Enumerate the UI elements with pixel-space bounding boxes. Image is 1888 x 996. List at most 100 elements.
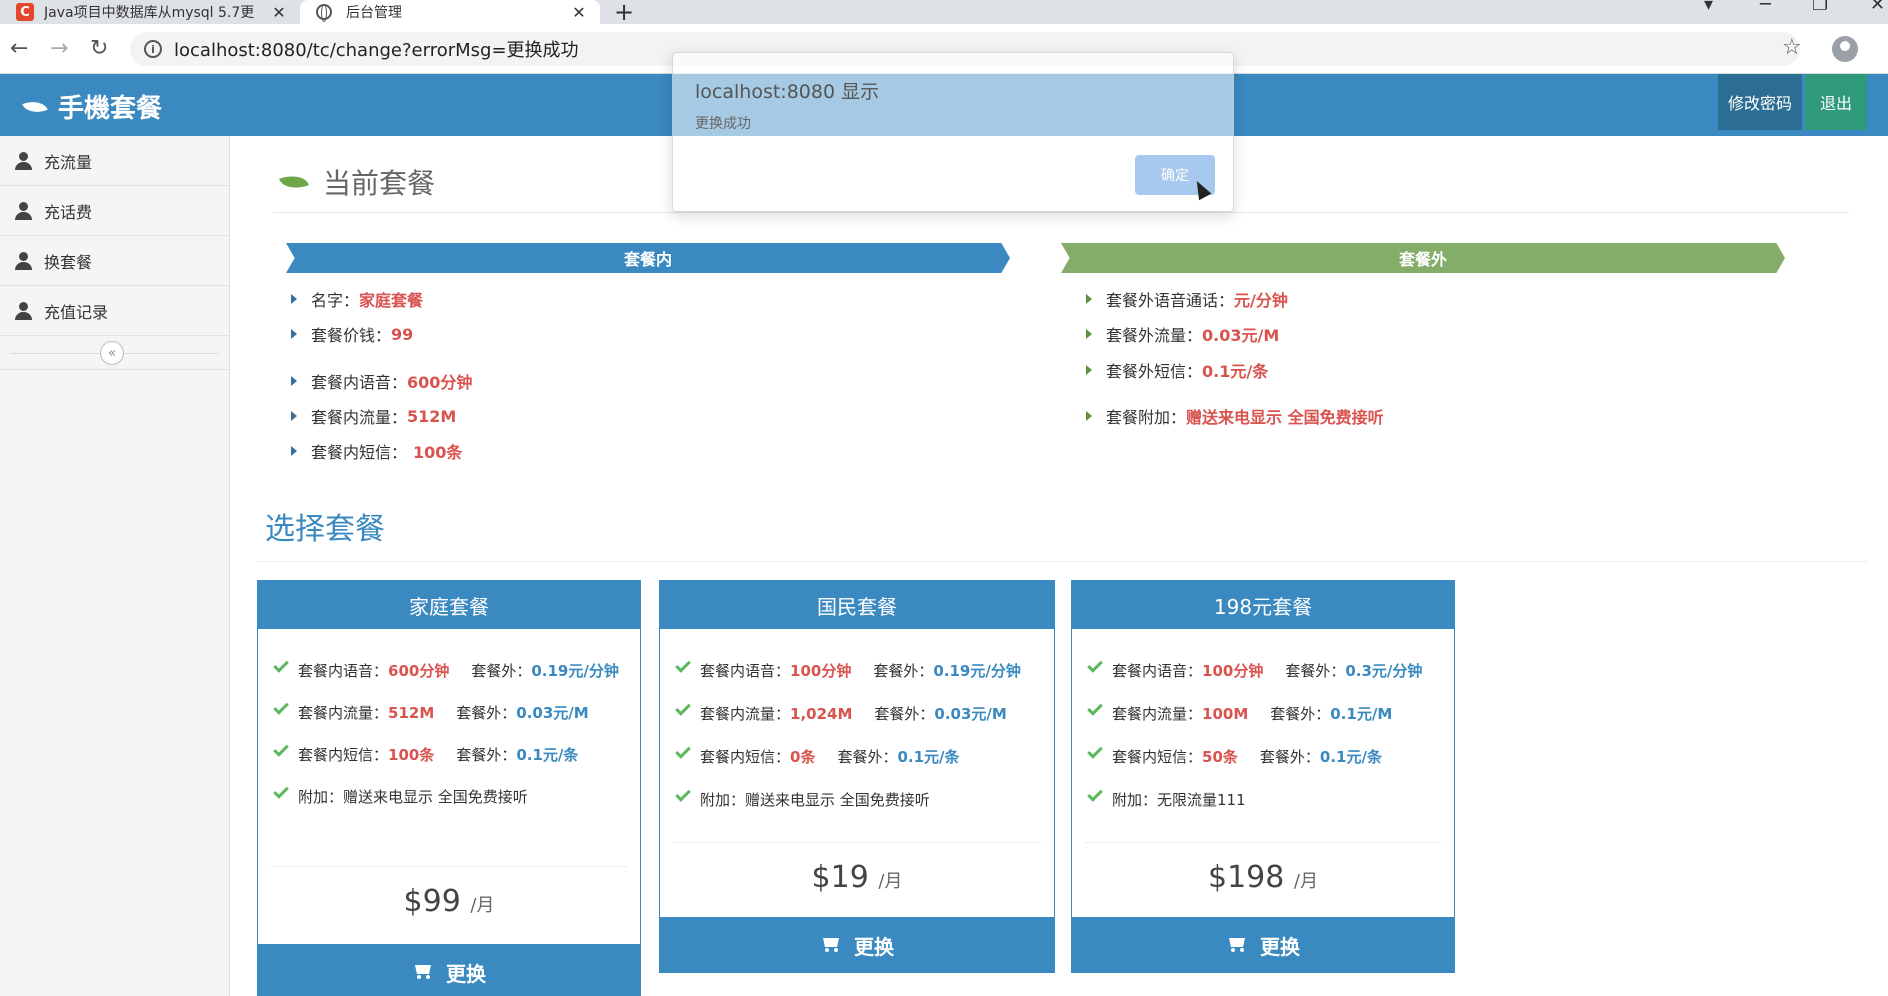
inside-info-price: 套餐价钱： 99 xyxy=(291,322,413,346)
outside-plan-ribbon: 套餐外 xyxy=(1061,243,1785,273)
sidebar-item-recharge-data[interactable]: 充流量 xyxy=(0,136,229,186)
check-icon xyxy=(675,743,691,759)
more-menu-icon[interactable]: ⋮ xyxy=(1880,34,1888,59)
sidebar-item-change-plan[interactable]: 换套餐 xyxy=(0,236,229,286)
change-plan-button[interactable]: 更换 xyxy=(257,944,641,996)
plan-feature-voice: 套餐内语音：600分钟 套餐外：0.19元/分钟 xyxy=(258,657,640,683)
outside-info-voice: 套餐外语音通话： 元/分钟 xyxy=(1086,287,1288,311)
logout-button[interactable]: 退出 xyxy=(1805,74,1867,130)
plan-card-family: 家庭套餐 套餐内语音：600分钟 套餐外：0.19元/分钟 套餐内流量：512M 套… xyxy=(257,580,641,996)
inside-info-sms: 套餐内短信： 100条 xyxy=(291,439,462,463)
browser-tab-1[interactable]: C Java项目中数据库从mysql 5.7更 ✕ xyxy=(0,0,300,24)
sidebar-item-recharge-phone[interactable]: 充话费 xyxy=(0,186,229,236)
caret-right-icon xyxy=(291,446,297,456)
divider xyxy=(1084,842,1442,843)
profile-avatar-icon[interactable] xyxy=(1832,36,1858,62)
alert-dialog: localhost:8080 显示 更换成功 确定 xyxy=(672,52,1234,212)
check-icon xyxy=(273,657,289,673)
sidebar-item-label: 充值记录 xyxy=(44,302,109,322)
logo-text: 手機套餐 xyxy=(58,94,163,124)
caret-right-icon xyxy=(1086,329,1092,339)
sidebar-item-label: 充话费 xyxy=(44,202,93,222)
check-icon xyxy=(1087,700,1103,716)
divider xyxy=(273,212,1849,213)
new-tab-icon[interactable]: + xyxy=(614,0,634,26)
check-icon xyxy=(675,657,691,673)
plan-feature-sms: 套餐内短信：100条 套餐外：0.1元/条 xyxy=(258,741,640,767)
plan-feature-extra: 附加：无限流量111 xyxy=(1072,786,1454,812)
browser-tab-bar: C Java项目中数据库从mysql 5.7更 ✕ 后台管理 ✕ + ▾ ─ ❐… xyxy=(0,0,1888,26)
user-icon xyxy=(14,151,32,170)
choose-plan-title: 选择套餐 xyxy=(265,512,385,547)
plan-price: $198 /月 xyxy=(1208,860,1318,895)
close-window-icon[interactable]: ✕ xyxy=(1870,0,1885,15)
caret-right-icon xyxy=(1086,411,1092,421)
leaf-icon xyxy=(22,96,48,117)
caret-right-icon xyxy=(291,411,297,421)
sidebar-collapse-row: « xyxy=(0,336,229,370)
sidebar-item-label: 充流量 xyxy=(44,152,93,172)
plan-price: $19 /月 xyxy=(811,860,903,895)
check-icon xyxy=(273,699,289,715)
current-plan-title: 当前套餐 xyxy=(279,162,435,202)
bookmark-star-icon[interactable]: ☆ xyxy=(1782,35,1802,60)
change-plan-button[interactable]: 更换 xyxy=(1071,917,1455,973)
cart-icon xyxy=(412,964,434,980)
plan-feature-data: 套餐内流量：1,024M 套餐外：0.03元/M xyxy=(660,700,1054,726)
app-logo[interactable]: 手機套餐 xyxy=(22,88,163,125)
outside-info-extra: 套餐附加： 赠送来电显示 全国免费接听 xyxy=(1086,404,1384,428)
user-icon xyxy=(14,201,32,220)
forward-icon[interactable]: → xyxy=(50,36,68,61)
plan-feature-extra: 附加：赠送来电显示 全国免费接听 xyxy=(258,783,640,809)
check-icon xyxy=(675,700,691,716)
sidebar-item-label: 换套餐 xyxy=(44,252,93,272)
plan-feature-extra: 附加：赠送来电显示 全国免费接听 xyxy=(660,786,1054,812)
inside-info-name: 名字： 家庭套餐 xyxy=(291,287,423,311)
check-icon xyxy=(273,741,289,757)
plan-card-198: 198元套餐 套餐内语音：100分钟 套餐外：0.3元/分钟 套餐内流量：100M… xyxy=(1071,580,1455,973)
reload-icon[interactable]: ↻ xyxy=(90,36,108,61)
check-icon xyxy=(1087,743,1103,759)
url-text: localhost:8080/tc/change?errorMsg=更换成功 xyxy=(174,40,579,61)
user-icon xyxy=(14,301,32,320)
cart-icon xyxy=(820,937,842,953)
change-password-button[interactable]: 修改密码 xyxy=(1718,74,1802,130)
change-plan-button[interactable]: 更换 xyxy=(659,917,1055,973)
cart-icon xyxy=(1226,937,1248,953)
inside-info-voice: 套餐内语音： 600分钟 xyxy=(291,369,472,393)
browser-tab-2[interactable]: 后台管理 ✕ xyxy=(300,0,600,24)
tab-title: Java项目中数据库从mysql 5.7更 xyxy=(44,5,255,21)
caret-right-icon xyxy=(1086,365,1092,375)
caret-right-icon xyxy=(291,329,297,339)
main-content: 当前套餐 套餐内 套餐外 名字： 家庭套餐 套餐价钱： 99 套餐内语音： 600分钟… xyxy=(231,136,1888,996)
csdn-favicon-icon: C xyxy=(16,3,34,21)
inside-plan-ribbon: 套餐内 xyxy=(286,243,1010,273)
plan-name: 家庭套餐 xyxy=(258,581,640,629)
info-icon[interactable]: i xyxy=(144,40,162,58)
caret-right-icon xyxy=(291,376,297,386)
sidebar-item-records[interactable]: 充值记录 xyxy=(0,286,229,336)
check-icon xyxy=(1087,657,1103,673)
plan-card-national: 国民套餐 套餐内语音：100分钟 套餐外：0.19元/分钟 套餐内流量：1,024… xyxy=(659,580,1055,973)
plan-name: 国民套餐 xyxy=(660,581,1054,629)
plan-feature-sms: 套餐内短信：50条 套餐外：0.1元/条 xyxy=(1072,743,1454,769)
leaf-icon xyxy=(279,170,309,194)
user-icon xyxy=(14,251,32,270)
back-icon[interactable]: ← xyxy=(10,36,28,61)
plan-name: 198元套餐 xyxy=(1072,581,1454,629)
divider xyxy=(672,842,1042,843)
plan-feature-voice: 套餐内语音：100分钟 套餐外：0.19元/分钟 xyxy=(660,657,1054,683)
divider xyxy=(270,866,628,867)
plan-feature-data: 套餐内流量：512M 套餐外：0.03元/M xyxy=(258,699,640,725)
minimize-icon[interactable]: ─ xyxy=(1760,0,1771,15)
profile-dropdown-icon[interactable]: ▾ xyxy=(1704,0,1713,15)
caret-right-icon xyxy=(1086,294,1092,304)
tab-title: 后台管理 xyxy=(346,5,402,21)
close-tab-icon[interactable]: ✕ xyxy=(568,3,590,22)
inside-info-data: 套餐内流量： 512M xyxy=(291,404,456,428)
plan-price: $99 /月 xyxy=(403,884,495,919)
restore-icon[interactable]: ❐ xyxy=(1812,0,1828,15)
close-tab-icon[interactable]: ✕ xyxy=(268,3,290,22)
double-chevron-left-icon[interactable]: « xyxy=(100,341,124,365)
divider xyxy=(257,561,1867,562)
